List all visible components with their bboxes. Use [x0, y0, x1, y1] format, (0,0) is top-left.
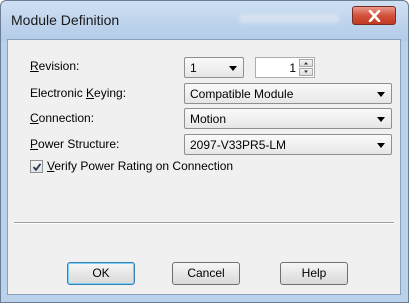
arrow-up-icon — [304, 62, 308, 65]
spin-down-button[interactable] — [299, 68, 313, 76]
revision-label: Revision: — [30, 59, 80, 73]
dialog-content: Revision: 1 1 Electronic Keying: Compati… — [7, 39, 401, 295]
window-title: Module Definition — [11, 12, 120, 28]
close-icon — [368, 10, 381, 22]
chevron-down-icon — [377, 92, 385, 97]
revision-major-value: 1 — [190, 61, 197, 75]
electronic-keying-label: Electronic Keying: — [30, 86, 127, 100]
revision-major-select[interactable]: 1 — [184, 57, 244, 78]
verify-power-checkbox[interactable] — [30, 160, 43, 173]
connection-label: Connection: — [30, 111, 95, 125]
electronic-keying-select[interactable]: Compatible Module — [184, 83, 392, 104]
close-button[interactable] — [352, 6, 396, 25]
dialog-window: Module Definition Revision: 1 1 Electron… — [0, 0, 409, 303]
connection-select[interactable]: Motion — [184, 108, 392, 129]
cancel-button[interactable]: Cancel — [172, 262, 240, 285]
connection-value: Motion — [190, 112, 227, 126]
revision-minor-value: 1 — [289, 61, 296, 75]
spin-up-button[interactable] — [299, 59, 313, 67]
electronic-keying-value: Compatible Module — [190, 87, 294, 101]
title-bar-blurred-text — [239, 14, 339, 23]
ok-button[interactable]: OK — [67, 262, 135, 285]
chevron-down-icon — [377, 117, 385, 122]
power-structure-value: 2097-V33PR5-LM — [190, 138, 287, 152]
chevron-down-icon — [377, 143, 385, 148]
help-button[interactable]: Help — [280, 262, 348, 285]
power-structure-label: Power Structure: — [30, 137, 120, 151]
title-bar[interactable]: Module Definition — [1, 1, 408, 41]
checkmark-icon — [32, 163, 42, 172]
revision-minor-spinner[interactable]: 1 — [255, 57, 315, 78]
arrow-down-icon — [304, 70, 308, 73]
verify-power-label[interactable]: Verify Power Rating on Connection — [47, 159, 233, 173]
power-structure-select[interactable]: 2097-V33PR5-LM — [184, 134, 392, 155]
chevron-down-icon — [229, 66, 237, 71]
separator-highlight — [14, 223, 394, 224]
